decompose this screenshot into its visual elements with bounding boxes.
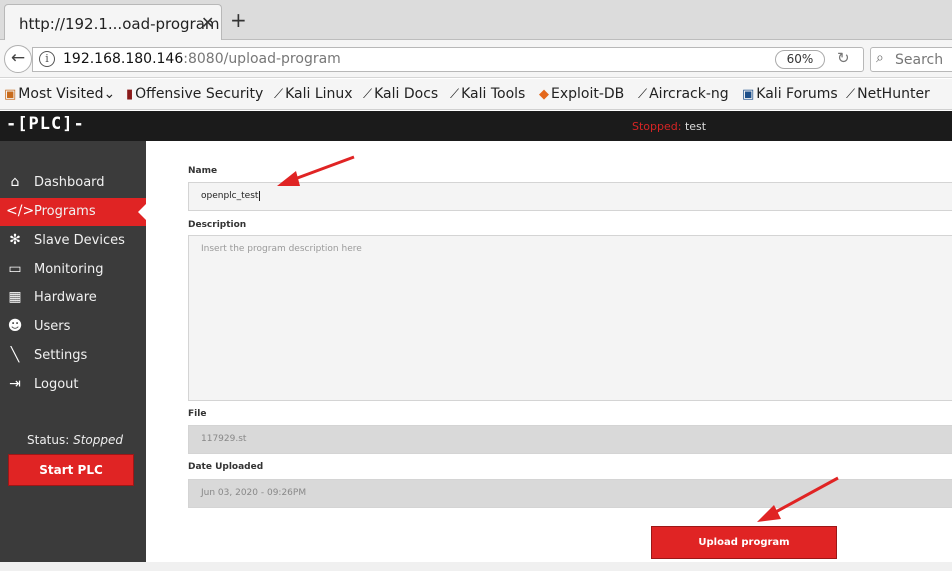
logout-icon: ⇥ <box>9 376 21 392</box>
kali-icon: ⟋ <box>450 87 460 102</box>
openplc-logo: -[PLC]- <box>6 114 85 134</box>
folder-icon: ▣ <box>4 87 17 102</box>
url-host: 192.168.180.146 <box>63 51 184 67</box>
sidebar-item-dashboard[interactable]: ⌂ Dashboard <box>0 169 146 197</box>
users-icon: ☻ <box>7 318 23 334</box>
sidebar-item-monitoring[interactable]: ▭ Monitoring <box>0 256 146 284</box>
kali-icon: ⟋ <box>846 87 856 102</box>
browser-tab[interactable]: http://192.1...oad-program ✕ <box>4 4 222 41</box>
browser-nav-bar: ← i 192.168.180.146:8080/upload-program … <box>0 40 952 78</box>
upload-program-button[interactable]: Upload program <box>651 526 837 559</box>
url-path: :8080/upload-program <box>183 51 341 67</box>
gear-icon: ✻ <box>9 232 21 248</box>
bookmark-kali-docs[interactable]: ⟋ Kali Docs <box>363 86 438 102</box>
info-icon[interactable]: i <box>39 51 55 67</box>
bookmark-offensive-security[interactable]: ▮ Offensive Security <box>126 86 263 102</box>
text-cursor <box>259 191 261 201</box>
forums-icon: ▣ <box>742 87 755 102</box>
bookmark-kali-tools[interactable]: ⟋ Kali Tools <box>450 86 525 102</box>
search-placeholder: Search <box>895 52 944 68</box>
header-status: Stopped: test <box>632 120 707 133</box>
date-uploaded-label: Date Uploaded <box>188 462 264 472</box>
search-icon: ⌕ <box>876 50 884 66</box>
sidebar-item-slave-devices[interactable]: ✻ Slave Devices <box>0 227 146 255</box>
file-field: 117929.st <box>188 425 952 454</box>
kali-icon: ⟋ <box>274 87 284 102</box>
code-icon: </> <box>6 203 35 219</box>
sidebar-item-settings[interactable]: ╲ Settings <box>0 342 146 370</box>
upload-program-form: Name openplc_test Description Insert the… <box>146 141 952 571</box>
url-text: 192.168.180.146:8080/upload-program <box>63 51 341 67</box>
offsec-icon: ▮ <box>126 87 134 102</box>
start-plc-button[interactable]: Start PLC <box>8 454 134 486</box>
bookmark-most-visited[interactable]: ▣ Most Visited⌄ <box>4 86 115 102</box>
arrow-left-icon: ← <box>10 48 26 68</box>
plc-status: Status: Stopped <box>27 433 124 447</box>
bottom-strip <box>0 562 952 571</box>
url-bar[interactable]: i 192.168.180.146:8080/upload-program 60… <box>32 47 864 72</box>
date-uploaded-field: Jun 03, 2020 - 09:26PM <box>188 479 952 508</box>
bookmark-exploit-db[interactable]: ◆ Exploit-DB <box>539 86 624 102</box>
tab-title: http://192.1...oad-program <box>19 15 220 33</box>
chip-icon: ▦ <box>8 289 22 305</box>
back-button[interactable]: ← <box>4 45 32 73</box>
bookmarks-toolbar: ▣ Most Visited⌄ ▮ Offensive Security ⟋ Kali… <box>0 79 952 110</box>
chevron-down-icon: ⌄ <box>103 86 116 102</box>
program-name-input[interactable]: openplc_test <box>188 182 952 211</box>
program-description-textarea[interactable]: Insert the program description here <box>188 235 952 401</box>
monitor-icon: ▭ <box>8 261 22 277</box>
new-tab-button[interactable]: + <box>230 8 247 32</box>
name-label: Name <box>188 166 218 176</box>
sidebar-item-programs[interactable]: </> Programs <box>0 198 147 226</box>
aircrack-icon: ⟋ <box>638 87 648 102</box>
close-tab-icon[interactable]: ✕ <box>201 13 214 32</box>
sidebar-item-users[interactable]: ☻ Users <box>0 313 146 341</box>
file-label: File <box>188 409 207 419</box>
sidebar-item-hardware[interactable]: ▦ Hardware <box>0 284 146 312</box>
browser-tab-bar: http://192.1...oad-program ✕ + <box>0 0 952 41</box>
bookmark-kali-forums[interactable]: ▣ Kali Forums <box>742 86 838 102</box>
exploitdb-icon: ◆ <box>539 87 549 102</box>
wrench-icon: ╲ <box>10 347 20 363</box>
zoom-level[interactable]: 60% <box>775 50 825 69</box>
bookmark-kali-linux[interactable]: ⟋ Kali Linux <box>274 86 353 102</box>
app-header: -[PLC]- Stopped: test <box>0 111 952 141</box>
bookmark-aircrack[interactable]: ⟋ Aircrack-ng <box>638 86 729 102</box>
description-label: Description <box>188 220 247 230</box>
sidebar: ⌂ Dashboard </> Programs ✻ Slave Devices ▭ M… <box>0 141 147 571</box>
kali-icon: ⟋ <box>363 87 373 102</box>
sidebar-item-logout[interactable]: ⇥ Logout <box>0 371 146 399</box>
reload-icon[interactable]: ↻ <box>837 49 850 67</box>
browser-search-input[interactable]: ⌕ Search <box>870 47 952 72</box>
home-icon: ⌂ <box>10 174 20 190</box>
bookmark-nethunter[interactable]: ⟋ NetHunter <box>846 86 930 102</box>
